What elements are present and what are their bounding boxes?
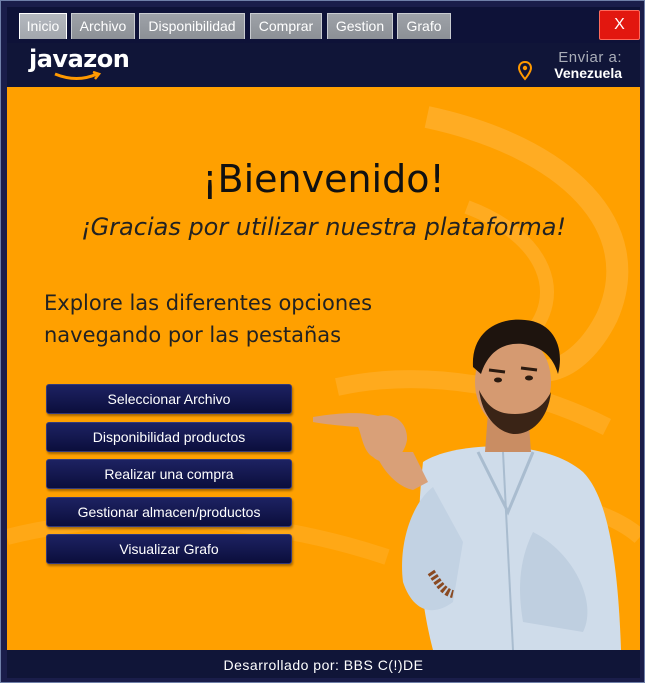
select-file-button[interactable]: Seleccionar Archivo: [46, 384, 292, 414]
header-bar: javazon Enviar a: Venezuela: [7, 43, 640, 87]
tab-disponibilidad[interactable]: Disponibilidad: [139, 13, 245, 39]
logo-text: javazon: [29, 45, 130, 73]
tab-inicio[interactable]: Inicio: [19, 13, 67, 39]
location-pin-icon: [518, 61, 532, 81]
welcome-subtitle: ¡Gracias por utilizar nuestra plataforma…: [80, 213, 567, 241]
footer-bar: Desarrollado por: BBS C(!)DE: [7, 650, 640, 678]
tab-grafo[interactable]: Grafo: [397, 13, 451, 39]
tab-comprar[interactable]: Comprar: [250, 13, 322, 39]
welcome-panel: ¡Bienvenido! ¡Gracias por utilizar nuest…: [7, 87, 640, 650]
app-window: Inicio Archivo Disponibilidad Comprar Ge…: [0, 0, 645, 683]
logo-smile-arrow: [54, 71, 102, 80]
close-button[interactable]: X: [599, 10, 640, 40]
purchase-button[interactable]: Realizar una compra: [46, 459, 292, 489]
tab-archivo[interactable]: Archivo: [71, 13, 135, 39]
footer-credit: Desarrollado por: BBS C(!)DE: [223, 657, 424, 673]
pointing-man-image: [313, 319, 621, 650]
tab-gestion[interactable]: Gestion: [327, 13, 393, 39]
ship-to-label: Enviar a:: [558, 49, 622, 66]
tab-bar: Inicio Archivo Disponibilidad Comprar Ge…: [7, 7, 640, 43]
manage-warehouse-button[interactable]: Gestionar almacen/productos: [46, 497, 292, 527]
javazon-logo: javazon: [29, 45, 139, 85]
ship-to-country[interactable]: Venezuela: [554, 65, 622, 81]
availability-button[interactable]: Disponibilidad productos: [46, 422, 292, 452]
welcome-title: ¡Bienvenido!: [202, 157, 445, 201]
view-graph-button[interactable]: Visualizar Grafo: [46, 534, 292, 564]
